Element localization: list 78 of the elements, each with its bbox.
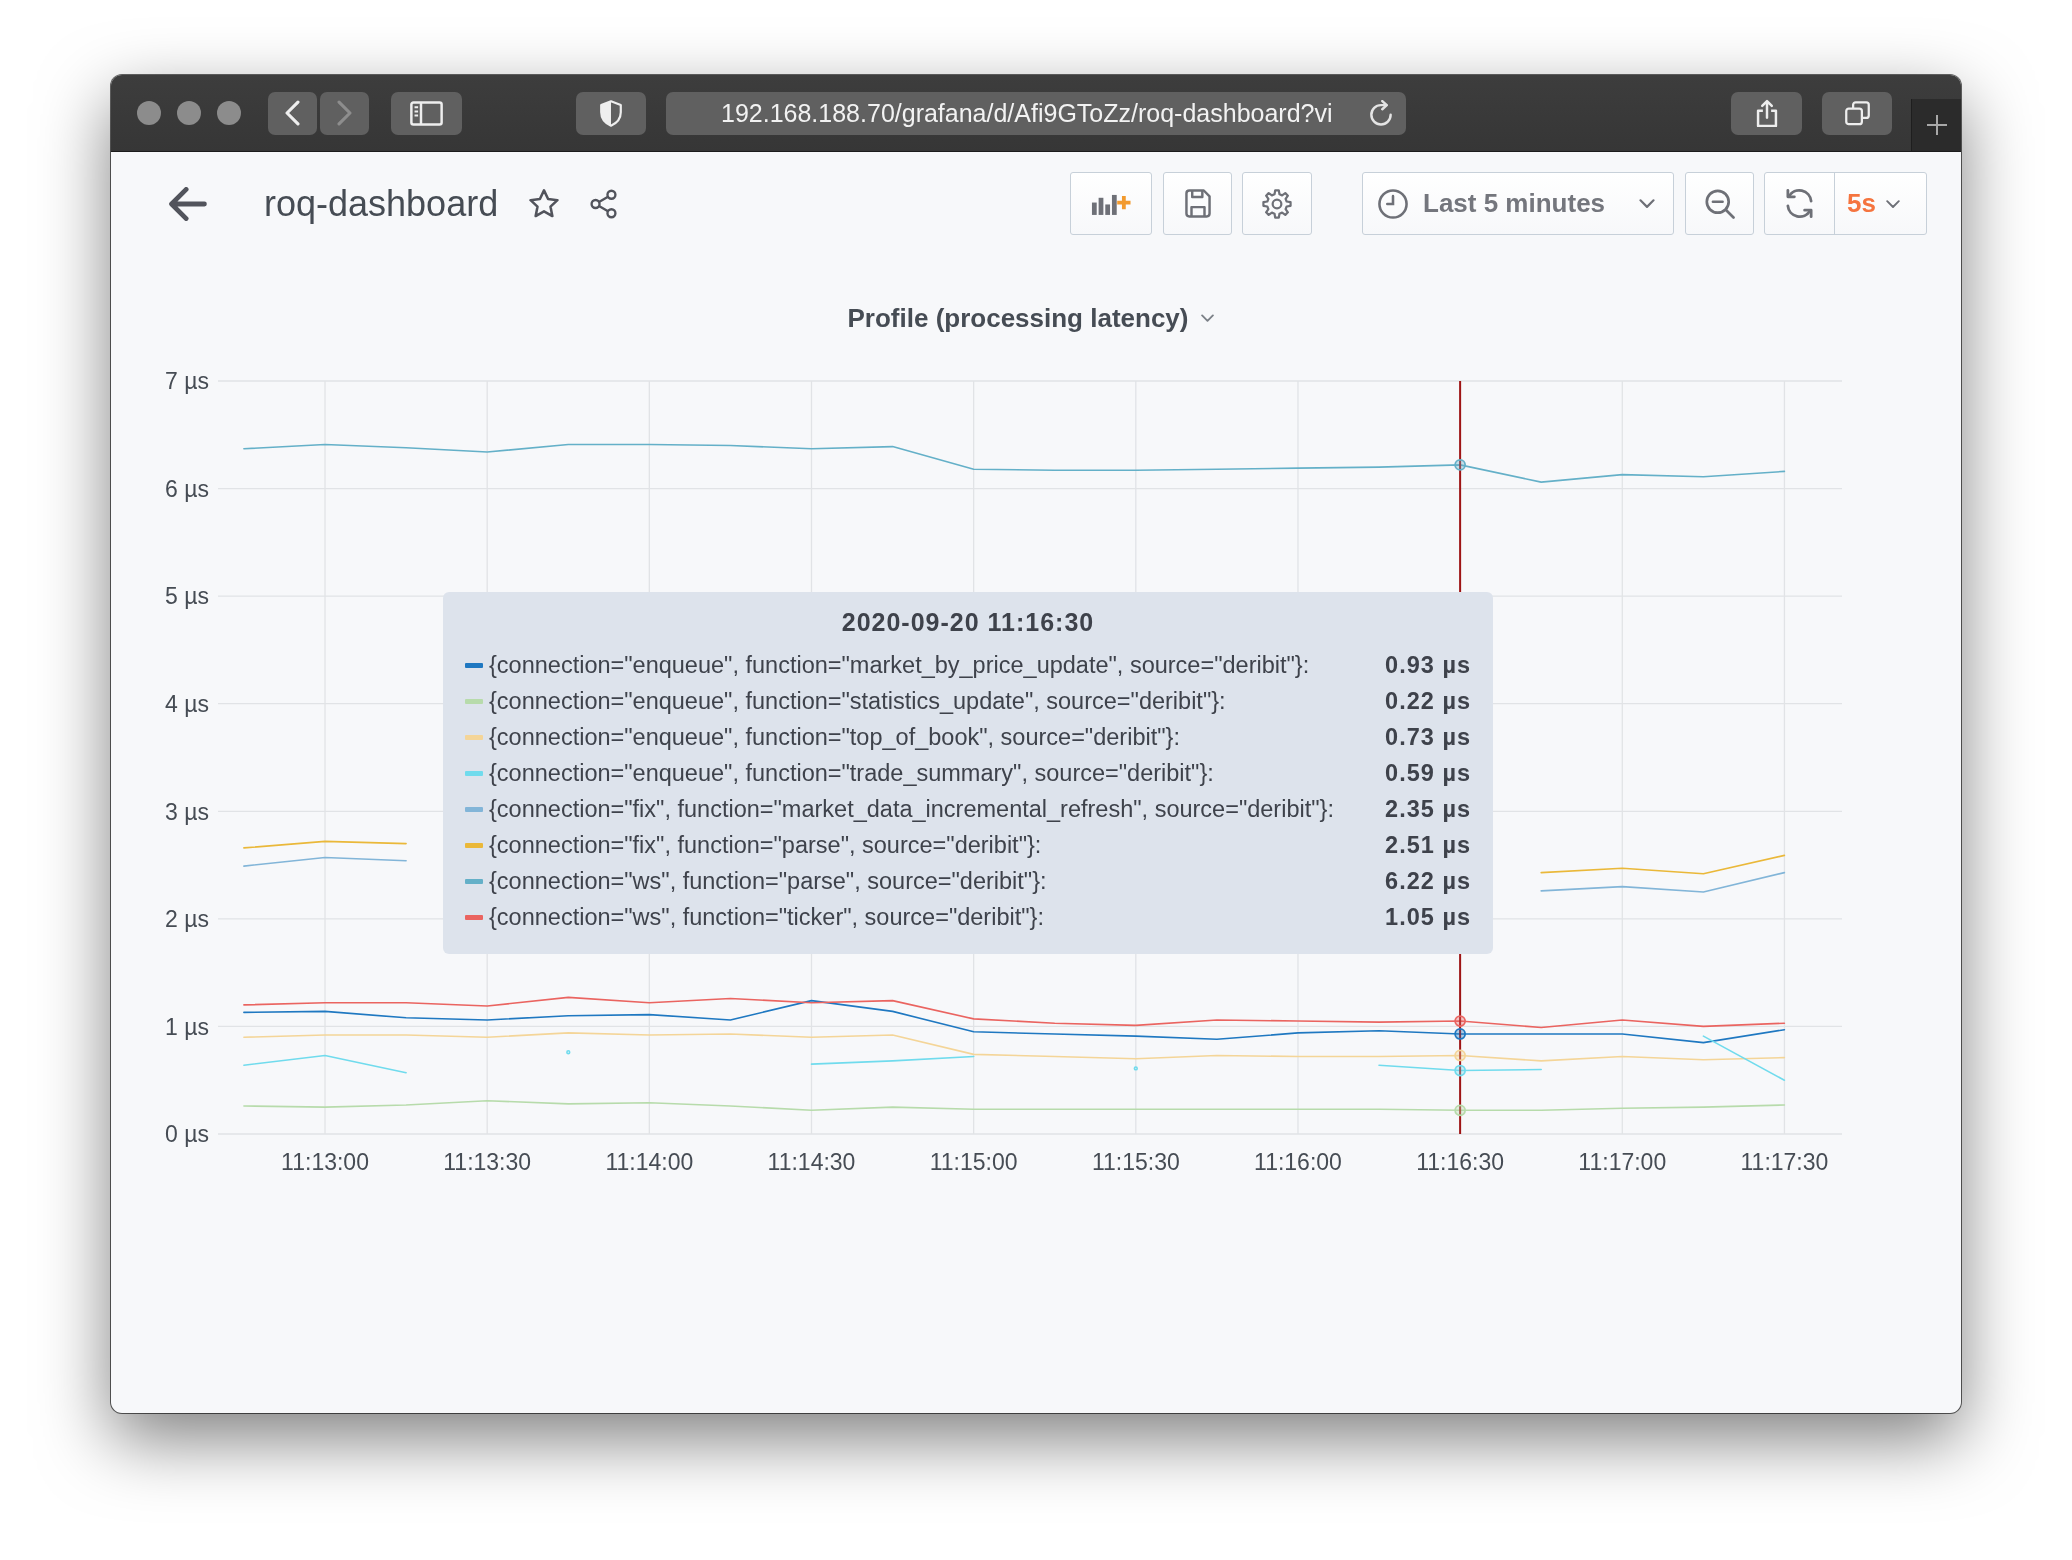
refresh-icon xyxy=(1784,188,1815,219)
y-axis-label: 2 µs xyxy=(165,906,209,933)
chevron-left-icon xyxy=(285,100,300,126)
zoom-out-icon xyxy=(1704,188,1735,219)
shield-icon xyxy=(600,99,622,127)
window-control-button[interactable] xyxy=(217,101,241,125)
chevron-down-icon xyxy=(1885,199,1900,208)
panel-title[interactable]: Profile (processing latency) xyxy=(847,302,1215,334)
share-icon[interactable] xyxy=(590,188,618,219)
series-value: 0.93 µs xyxy=(1385,651,1471,680)
new-tab-button[interactable] xyxy=(1911,99,1961,151)
series-label: {connection="enqueue", function="trade_summary", source="deribit"}: xyxy=(489,759,1215,788)
arrow-left-icon[interactable] xyxy=(169,186,207,221)
window-control-button[interactable] xyxy=(137,101,161,125)
series-value: 6.22 µs xyxy=(1385,867,1471,896)
chevron-down-icon xyxy=(1639,199,1655,208)
tab-overview-button[interactable] xyxy=(1822,91,1892,135)
x-axis-label: 11:13:30 xyxy=(443,1149,532,1176)
tooltip-title: 2020-09-20 11:16:30 xyxy=(840,607,1096,638)
save-button[interactable] xyxy=(1163,172,1232,235)
y-axis-label: 1 µs xyxy=(165,1013,209,1040)
y-axis-label: 6 µs xyxy=(165,475,209,502)
zoom-out-button[interactable] xyxy=(1685,172,1754,235)
x-axis-label: 11:17:00 xyxy=(1578,1149,1667,1176)
share-icon xyxy=(1755,98,1778,128)
y-axis-label: 3 µs xyxy=(165,798,209,825)
point-marker-icon xyxy=(1454,1104,1466,1117)
series-value: 1.05 µs xyxy=(1385,903,1471,932)
y-axis-label: 4 µs xyxy=(165,691,209,717)
y-axis-label: 5 µs xyxy=(165,583,209,610)
y-axis-label: 7 µs xyxy=(165,368,209,395)
x-axis-label: 11:14:00 xyxy=(605,1149,694,1176)
point-marker-icon xyxy=(1454,1064,1466,1077)
chevron-right-icon xyxy=(337,100,352,126)
point-marker-icon xyxy=(1454,459,1466,471)
time-range-picker[interactable]: Last 5 minutes xyxy=(1362,172,1674,235)
point-marker-icon xyxy=(1454,1028,1466,1040)
dashboard-title[interactable]: roq-dashboard xyxy=(264,182,499,225)
y-axis-label: 0 µs xyxy=(165,1121,209,1148)
plus-icon xyxy=(1926,115,1947,135)
point-marker-icon xyxy=(1454,1015,1466,1027)
reload-button[interactable] xyxy=(1368,99,1394,127)
x-axis-label: 11:15:00 xyxy=(929,1149,1018,1176)
series-value: 0.73 µs xyxy=(1385,723,1471,752)
sidebar-icon xyxy=(410,100,443,126)
x-axis-label: 11:14:30 xyxy=(767,1149,856,1176)
point-marker-icon xyxy=(1454,1049,1466,1062)
reload-icon xyxy=(1368,99,1394,127)
x-axis-label: 11:15:30 xyxy=(1091,1149,1180,1176)
share-button[interactable] xyxy=(1731,91,1802,135)
series-label: {connection="ws", function="parse", source="deribit"}: xyxy=(489,867,1048,896)
overlapping-squares-icon xyxy=(1844,100,1870,126)
x-axis-label: 11:16:00 xyxy=(1254,1149,1342,1176)
x-axis-label: 11:16:30 xyxy=(1416,1149,1505,1176)
add-panel-button[interactable] xyxy=(1070,172,1152,235)
sidebar-button[interactable] xyxy=(391,91,462,135)
settings-icon xyxy=(1262,188,1292,219)
series-label: {connection="enqueue", function="market_by_price_update", source="deribit"}: xyxy=(489,651,1311,680)
series-label: {connection="enqueue", function="top_of_book", source="deribit"}: xyxy=(489,723,1181,752)
x-axis-label: 11:17:30 xyxy=(1740,1149,1829,1176)
series-label: {connection="fix", function="market_data_incremental_refresh", source="deribit"}: xyxy=(489,795,1335,824)
save-icon xyxy=(1184,189,1211,218)
window-control-button[interactable] xyxy=(177,101,201,125)
series-label: {connection="enqueue", function="statistics_update", source="deribit"}: xyxy=(489,687,1227,716)
series-value: 0.22 µs xyxy=(1385,687,1471,716)
series-label: {connection="ws", function="ticker", source="deribit"}: xyxy=(489,903,1045,932)
privacy-button[interactable] xyxy=(576,91,646,135)
chevron-down-icon xyxy=(1201,314,1215,322)
x-axis-label: 11:13:00 xyxy=(281,1149,369,1176)
settings-button[interactable] xyxy=(1242,172,1312,235)
series-value: 2.51 µs xyxy=(1385,831,1471,860)
clock-icon xyxy=(1378,188,1408,219)
series-value: 0.59 µs xyxy=(1385,759,1471,788)
series-value: 2.35 µs xyxy=(1385,795,1471,824)
back-button[interactable] xyxy=(268,91,317,135)
address-field[interactable]: 192.168.188.70/grafana/d/Afi9GToZz/roq-dashboard?vi xyxy=(666,91,1406,135)
star-icon[interactable] xyxy=(529,189,560,218)
series-label: {connection="fix", function="parse", source="deribit"}: xyxy=(489,831,1043,860)
